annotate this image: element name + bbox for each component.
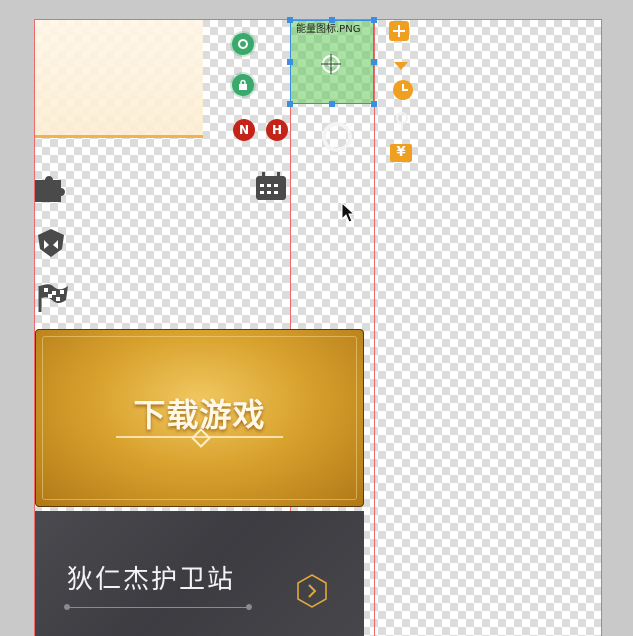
resize-handle-tl[interactable] bbox=[287, 17, 293, 23]
guide-line-right[interactable] bbox=[601, 19, 602, 636]
calendar-icon[interactable] bbox=[255, 171, 286, 201]
flag-icon[interactable] bbox=[36, 282, 68, 312]
faded-key-icon bbox=[394, 112, 410, 138]
resize-handle-br[interactable] bbox=[371, 101, 377, 107]
crosshair-icon bbox=[320, 53, 342, 79]
clock-icon[interactable] bbox=[392, 79, 414, 105]
resize-handle-mr[interactable] bbox=[371, 59, 377, 65]
plus-icon[interactable] bbox=[389, 21, 409, 45]
puzzle-icon[interactable] bbox=[35, 172, 65, 202]
badge-h[interactable]: H bbox=[266, 119, 288, 141]
resize-handle-tr[interactable] bbox=[371, 17, 377, 23]
gear-icon[interactable] bbox=[232, 33, 254, 55]
cursor-icon bbox=[341, 201, 356, 228]
guard-banner-divider bbox=[64, 604, 252, 610]
chevron-right-icon[interactable] bbox=[294, 573, 330, 609]
layer-name-label: 能量图标.PNG bbox=[296, 24, 361, 35]
download-game-banner[interactable]: 下载游戏 bbox=[35, 329, 364, 507]
yen-symbol: ¥ bbox=[396, 145, 406, 160]
badge-n-label: N bbox=[238, 123, 250, 137]
yen-icon[interactable]: ¥ bbox=[390, 144, 412, 162]
badge-h-label: H bbox=[271, 123, 283, 137]
resize-handle-bm[interactable] bbox=[329, 101, 335, 107]
chevron-down-icon[interactable] bbox=[394, 57, 408, 76]
guard-banner-title: 狄仁杰护卫站 bbox=[67, 565, 236, 595]
helmet-icon[interactable] bbox=[35, 227, 65, 257]
faded-glyph-icon bbox=[320, 120, 354, 154]
resize-handle-ml[interactable] bbox=[287, 59, 293, 65]
guide-line-mid-b[interactable] bbox=[374, 19, 375, 636]
guard-station-banner[interactable]: 狄仁杰护卫站 bbox=[35, 511, 364, 636]
resize-handle-bl[interactable] bbox=[287, 101, 293, 107]
badge-n[interactable]: N bbox=[233, 119, 255, 141]
top-panel bbox=[35, 20, 203, 138]
lock-icon[interactable] bbox=[232, 74, 254, 96]
